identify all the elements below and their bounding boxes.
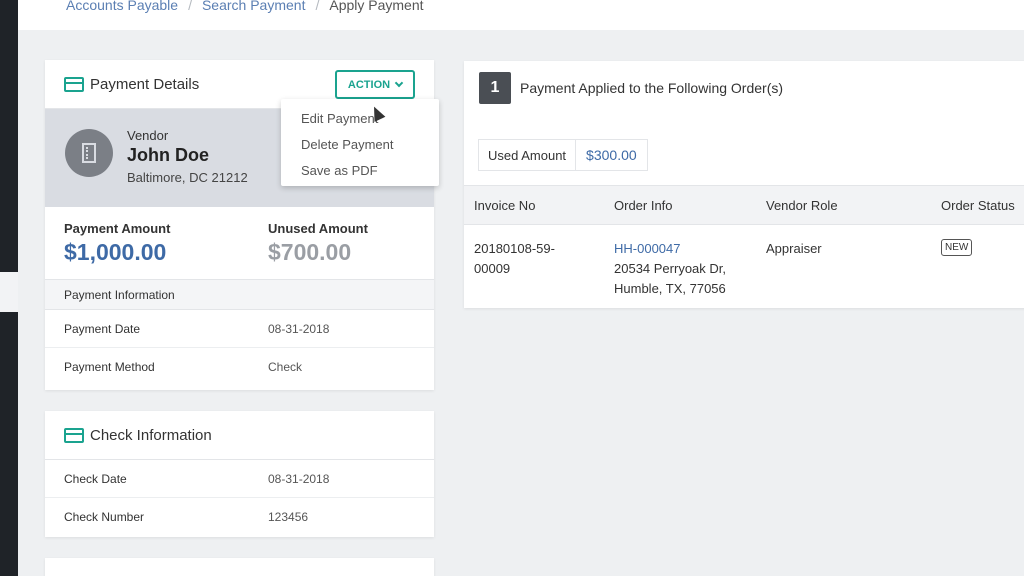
order-link[interactable]: HH-000047 <box>614 239 726 259</box>
payment-amount-value: $1,000.00 <box>64 239 167 265</box>
check-date-value: 08-31-2018 <box>268 472 330 486</box>
vendor-address: Baltimore, DC 21212 <box>127 170 248 185</box>
payment-method-value: Check <box>268 360 303 374</box>
payment-details-title: Payment Details <box>90 75 200 93</box>
check-information-title: Check Information <box>90 426 212 444</box>
order-address-line1: 20534 Perryoak Dr, <box>614 261 727 276</box>
action-button-label: ACTION <box>347 78 391 91</box>
payment-date-row: Payment Date 08-31-2018 <box>45 310 434 348</box>
left-rail <box>0 0 18 576</box>
invoice-number-line2: 00009 <box>474 261 511 276</box>
vendor-avatar <box>65 129 113 177</box>
payment-information-heading: Payment Information <box>45 280 434 310</box>
menu-item-edit-payment[interactable]: Edit Payment <box>281 105 439 131</box>
check-number-label: Check Number <box>64 510 145 524</box>
menu-item-delete-payment[interactable]: Delete Payment <box>281 131 439 157</box>
applied-orders-header: 1 Payment Applied to the Following Order… <box>464 61 1024 115</box>
breadcrumb-bar: Accounts Payable / Search Payment / Appl… <box>18 0 1024 30</box>
orders-table-header: Invoice No Order Info Vendor Role Order … <box>464 185 1024 225</box>
payment-date-label: Payment Date <box>64 322 141 336</box>
chevron-down-icon <box>394 78 404 88</box>
breadcrumb-current: Apply Payment <box>329 0 424 13</box>
vendor-role: Appraiser <box>766 241 822 256</box>
used-amount-value: $300.00 <box>586 147 637 163</box>
table-row: 20180108-59- 00009 HH-000047 20534 Perry… <box>464 226 1024 308</box>
credit-card-icon <box>64 76 84 92</box>
check-information-header: Check Information <box>45 411 434 460</box>
payment-method-label: Payment Method <box>64 360 155 374</box>
amounts-panel: Payment Amount $1,000.00 Unused Amount $… <box>45 207 434 280</box>
payment-amount-label: Payment Amount <box>64 221 171 236</box>
breadcrumb-search-payment[interactable]: Search Payment <box>202 0 306 13</box>
breadcrumb: Accounts Payable / Search Payment / Appl… <box>66 0 424 13</box>
order-address-line2: Humble, TX, 77056 <box>614 281 726 296</box>
sidebar-panel-top <box>0 0 18 272</box>
payment-date-value: 08-31-2018 <box>268 322 330 336</box>
building-icon <box>82 143 96 163</box>
action-button[interactable]: ACTION <box>335 70 415 99</box>
breadcrumb-accounts-payable[interactable]: Accounts Payable <box>66 0 178 13</box>
applied-orders-title: Payment Applied to the Following Order(s… <box>520 80 784 96</box>
column-vendor-role: Vendor Role <box>766 198 838 213</box>
status-badge: NEW <box>941 239 973 256</box>
payment-method-row: Payment Method Check <box>45 348 434 386</box>
check-date-row: Check Date 08-31-2018 <box>45 460 434 498</box>
column-order-status: Order Status <box>941 198 1015 213</box>
action-dropdown-menu: Edit Payment Delete Payment Save as PDF <box>281 99 439 186</box>
step-badge: 1 <box>479 72 511 104</box>
bottom-card-partial <box>45 558 434 576</box>
used-amount-label: Used Amount <box>479 140 577 170</box>
unused-amount-value: $700.00 <box>268 239 352 265</box>
order-info: HH-000047 20534 Perryoak Dr, Humble, TX,… <box>614 239 726 299</box>
applied-orders-card: 1 Payment Applied to the Following Order… <box>464 61 1024 308</box>
invoice-number-line1: 20180108-59- <box>474 241 555 256</box>
unused-amount-label: Unused Amount <box>268 221 368 236</box>
menu-item-save-as-pdf[interactable]: Save as PDF <box>281 157 439 183</box>
check-number-row: Check Number 123456 <box>45 498 434 536</box>
breadcrumb-separator: / <box>315 0 320 13</box>
check-date-label: Check Date <box>64 472 127 486</box>
credit-card-icon <box>64 427 84 443</box>
used-amount-box: Used Amount $300.00 <box>478 139 648 171</box>
check-information-card: Check Information Check Date 08-31-2018 … <box>45 411 434 537</box>
check-number-value: 123456 <box>268 510 309 524</box>
sidebar-panel-bottom <box>0 312 18 576</box>
column-invoice-no: Invoice No <box>474 198 536 213</box>
vendor-label: Vendor <box>127 128 169 143</box>
invoice-number: 20180108-59- 00009 <box>474 239 555 279</box>
breadcrumb-separator: / <box>188 0 192 13</box>
column-order-info: Order Info <box>614 198 673 213</box>
vendor-name: John Doe <box>127 145 210 165</box>
